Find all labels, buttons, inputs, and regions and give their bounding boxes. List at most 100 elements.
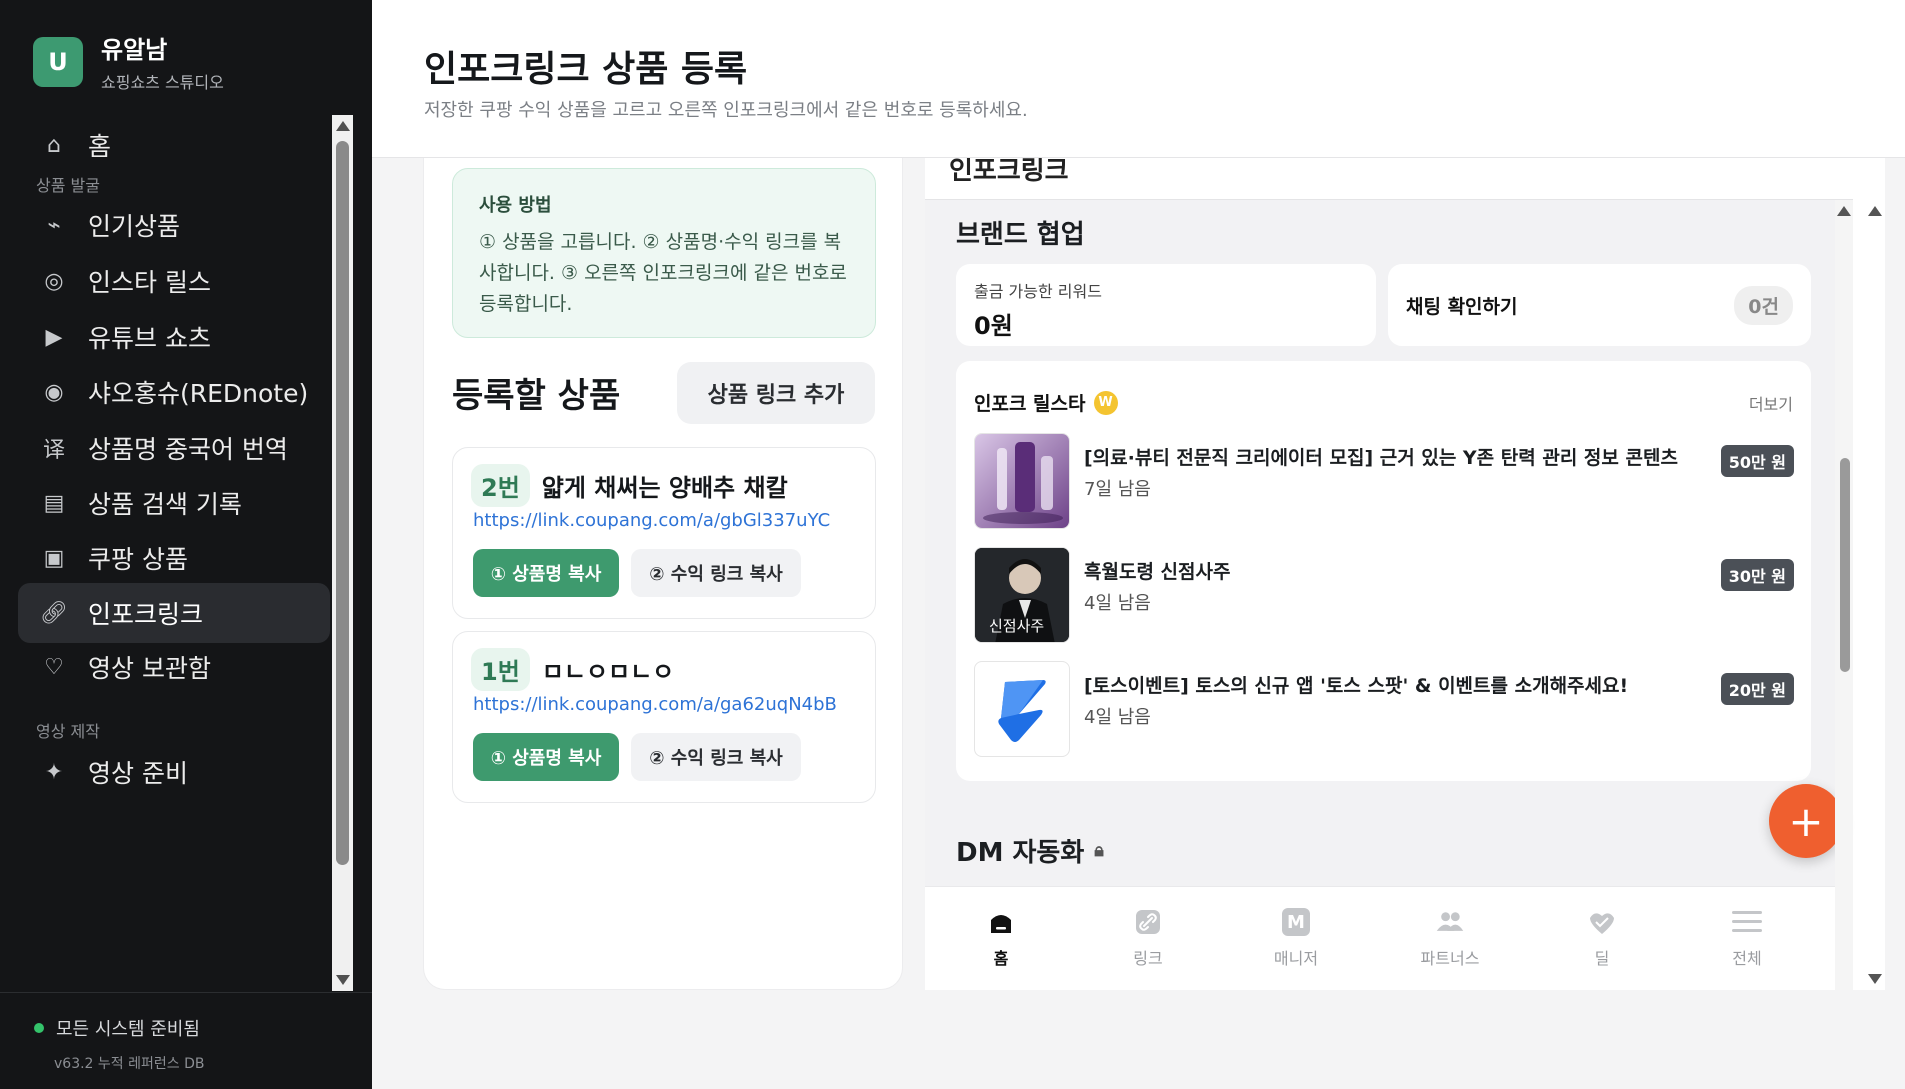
- howto-box: 사용 방법 ① 상품을 고릅니다. ② 상품명·수익 링크를 복사합니다. ③ …: [452, 168, 876, 338]
- tab-home[interactable]: 홈: [946, 887, 1056, 990]
- chat-label: 채팅 확인하기: [1406, 296, 1518, 318]
- product-link[interactable]: https://link.coupang.com/a/gbGl337uYC: [473, 510, 830, 531]
- app-topbar: 인포크링크: [925, 158, 1853, 200]
- status-dot-icon: [34, 1023, 44, 1033]
- sidebar-item-video-prep[interactable]: ✦ 영상 준비: [18, 742, 330, 802]
- sidebar-item-label: 상품 검색 기록: [88, 490, 242, 519]
- instagram-icon: ◎: [44, 268, 64, 294]
- sidebar-item-home[interactable]: ⌂ 홈: [18, 115, 330, 175]
- campaign-days-left: 4일 남음: [1084, 593, 1151, 614]
- copy-name-button[interactable]: ① 상품명 복사: [473, 549, 619, 597]
- version-text: v63.2 누적 레퍼런스 DB: [54, 1056, 205, 1072]
- app-scrollbar[interactable]: [1835, 200, 1853, 990]
- tab-link[interactable]: 링크: [1093, 887, 1203, 990]
- copy-link-button[interactable]: ② 수익 링크 복사: [631, 733, 801, 781]
- frame-scrollbar[interactable]: [1865, 200, 1885, 990]
- product-card: 1번 ㅁㄴㅇㅁㄴㅇ https://link.coupang.com/a/ga6…: [452, 631, 876, 803]
- app-scroll-thumb[interactable]: [1840, 458, 1850, 672]
- tab-all[interactable]: 전체: [1692, 887, 1802, 990]
- reelstar-title: 인포크 릴스타 W: [974, 389, 1118, 416]
- manager-tab-letter: M: [1282, 908, 1310, 936]
- product-card: 2번 얇게 채써는 양배추 채칼 https://link.coupang.co…: [452, 447, 876, 619]
- box-icon: ▣: [43, 545, 65, 571]
- copy-name-button[interactable]: ① 상품명 복사: [473, 733, 619, 781]
- campaign-item[interactable]: [의료·뷰티 전문직 크리에이터 모집] 근거 있는 Y존 탄력 관리 정보 콘…: [974, 433, 1794, 529]
- brand[interactable]: U 유알남 쇼핑쇼츠 스튜디오: [33, 30, 224, 93]
- dm-automation-title: DM 자동화 🔒︎: [956, 832, 1104, 869]
- sidebar-item-video-archive[interactable]: ♡ 영상 보관함: [18, 637, 330, 697]
- play-icon: ▶: [45, 324, 63, 350]
- scroll-up-arrow-icon[interactable]: [336, 121, 350, 131]
- sidebar-item-infoklink[interactable]: 🔗︎ 인포크링크: [18, 583, 330, 643]
- product-register-panel: 사용 방법 ① 상품을 고릅니다. ② 상품명·수익 링크를 복사합니다. ③ …: [423, 158, 903, 990]
- product-name: ㅁㄴㅇㅁㄴㅇ: [541, 658, 675, 686]
- sidebar-item-rednote[interactable]: ◉ 샤오홍슈(REDnote): [18, 362, 330, 422]
- system-status: 모든 시스템 준비됨: [34, 1015, 372, 1041]
- manager-tab-icon: M: [1281, 907, 1311, 937]
- campaign-item[interactable]: 신점사주 흑월도령 신점사주 4일 남음 30만 원: [974, 547, 1794, 643]
- page-header: 인포크링크 상품 등록 저장한 쿠팡 수익 상품을 고르고 오른쪽 인포크링크에…: [372, 0, 1905, 158]
- product-name: 얇게 채써는 양배추 채칼: [541, 474, 788, 502]
- brand-name: 유알남: [101, 36, 168, 64]
- sidebar-item-insta-reels[interactable]: ◎ 인스타 릴스: [18, 251, 330, 311]
- campaign-days-left: 4일 남음: [1084, 707, 1151, 728]
- lock-icon: 🔒︎: [1094, 840, 1104, 861]
- sidebar-section-discover: 상품 발굴: [36, 176, 100, 195]
- app-scroll-up-icon[interactable]: [1837, 206, 1851, 216]
- tab-partners[interactable]: 파트너스: [1395, 887, 1505, 990]
- frame-scroll-down-icon[interactable]: [1868, 974, 1882, 984]
- frame-scroll-up-icon[interactable]: [1868, 206, 1882, 216]
- home-tab-icon: [986, 907, 1016, 937]
- sidebar-scrollbar[interactable]: [332, 115, 353, 991]
- campaign-item[interactable]: [토스이벤트] 토스의 신규 앱 '토스 스팟' & 이벤트를 소개해주세요! …: [974, 661, 1794, 757]
- link-tab-icon: [1133, 907, 1163, 937]
- reelstar-title-text: 인포크 릴스타: [974, 393, 1086, 415]
- sidebar-item-trending[interactable]: ⌁ 인기상품: [18, 195, 330, 255]
- dm-automation-text: DM 자동화: [956, 838, 1085, 868]
- campaign-days-left: 7일 남음: [1084, 479, 1151, 500]
- tab-label: 홈: [993, 949, 1009, 968]
- sidebar-item-translate[interactable]: 译 상품명 중국어 번역: [18, 418, 330, 478]
- tab-label: 링크: [1133, 949, 1163, 968]
- campaign-title: 흑월도령 신점사주: [1084, 561, 1231, 583]
- chat-count-badge: 0건: [1734, 286, 1793, 325]
- more-link[interactable]: 더보기: [1749, 391, 1793, 415]
- tab-manager[interactable]: M 매니저: [1241, 887, 1351, 990]
- page-title: 인포크링크 상품 등록: [424, 49, 748, 90]
- sidebar-item-search-history[interactable]: ▤ 상품 검색 기록: [18, 473, 330, 533]
- sparkle-icon: ✦: [44, 759, 64, 785]
- scroll-thumb[interactable]: [336, 141, 349, 865]
- brand-collab-title: 브랜드 협업: [956, 220, 1085, 250]
- product-link[interactable]: https://link.coupang.com/a/ga62uqN4bB: [473, 694, 837, 715]
- sidebar-footer: 모든 시스템 준비됨 v63.2 누적 레퍼런스 DB: [0, 992, 372, 1073]
- infoklink-frame: 인포크링크 브랜드 협업 출금 가능한 리워드 0원 채팅 확인하기 0건 인포…: [925, 158, 1885, 990]
- add-product-link-button[interactable]: 상품 링크 추가: [677, 362, 875, 424]
- trend-icon: ⌁: [47, 212, 61, 238]
- add-fab-button[interactable]: +: [1769, 784, 1843, 858]
- sidebar-item-label: 쿠팡 상품: [88, 545, 188, 574]
- list-icon: ▤: [43, 490, 65, 516]
- copy-link-button[interactable]: ② 수익 링크 복사: [631, 549, 801, 597]
- sidebar-item-youtube-shorts[interactable]: ▶ 유튜브 쇼츠: [18, 307, 330, 367]
- campaign-thumbnail: [974, 661, 1070, 757]
- sidebar-item-label: 영상 보관함: [88, 654, 211, 683]
- tab-label: 매니저: [1273, 949, 1319, 968]
- scroll-down-arrow-icon[interactable]: [336, 975, 350, 985]
- partners-tab-icon: [1435, 907, 1465, 937]
- campaign-amount-badge: 50만 원: [1720, 445, 1794, 477]
- record-icon: ◉: [44, 379, 64, 405]
- home-icon: ⌂: [47, 132, 61, 158]
- heart-icon: ♡: [44, 654, 64, 680]
- tab-deal[interactable]: 딜: [1547, 887, 1657, 990]
- reelstar-list: 인포크 릴스타 W 더보기 [의료·뷰티 전문직 크리에이터 모집] 근거 있는…: [956, 361, 1811, 781]
- link-icon: 🔗︎: [40, 600, 68, 626]
- campaign-title: [토스이벤트] 토스의 신규 앱 '토스 스팟' & 이벤트를 소개해주세요!: [1084, 675, 1629, 697]
- chat-card[interactable]: 채팅 확인하기 0건: [1388, 264, 1811, 346]
- reward-card[interactable]: 출금 가능한 리워드 0원: [956, 264, 1376, 346]
- sidebar-item-label: 홈: [88, 132, 112, 161]
- sidebar-item-coupang[interactable]: ▣ 쿠팡 상품: [18, 528, 330, 588]
- brand-logo: U: [33, 36, 83, 87]
- campaign-amount-badge: 30만 원: [1720, 559, 1794, 591]
- system-status-text: 모든 시스템 준비됨: [56, 1019, 200, 1040]
- sidebar-item-label: 인기상품: [88, 212, 181, 241]
